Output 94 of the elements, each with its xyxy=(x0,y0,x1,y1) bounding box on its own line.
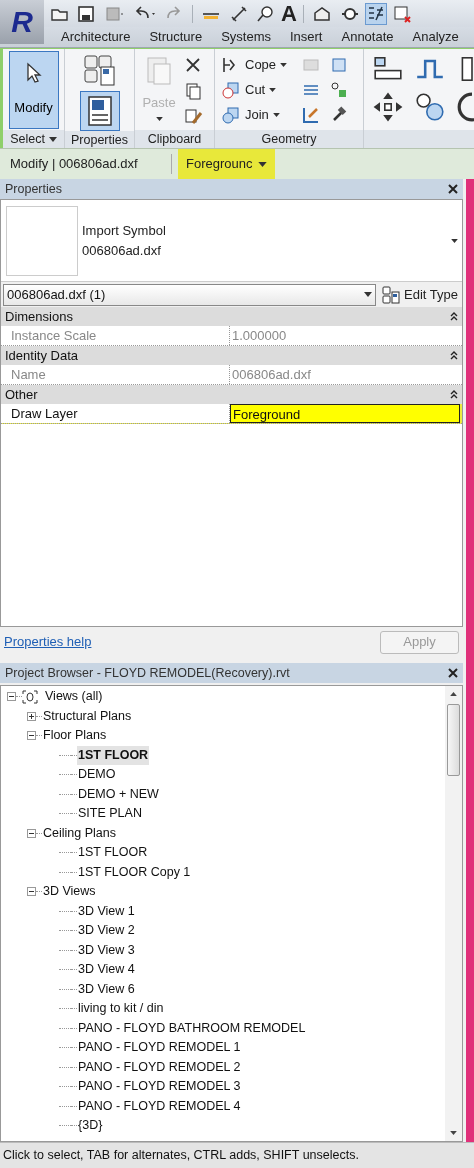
tree-item[interactable]: Structural Plans xyxy=(42,706,133,726)
context-label: Modify | 006806ad.dxf xyxy=(0,154,172,174)
tree-item[interactable]: 3D Views xyxy=(42,882,97,902)
type-selector[interactable]: 006806ad.dxf (1) xyxy=(3,283,377,306)
tree-item[interactable]: Views (all) xyxy=(44,687,104,707)
tree-item[interactable]: 3D View 6 xyxy=(77,979,136,999)
layer-dropdown[interactable]: Foregrounc xyxy=(178,148,276,180)
ribbon-tab[interactable]: Architecture xyxy=(60,27,132,47)
tree-item[interactable]: living to kit / din xyxy=(77,999,165,1019)
collapse-icon[interactable] xyxy=(450,351,458,360)
geometry-tool-button[interactable]: Join xyxy=(221,104,299,125)
geometry-tool-button[interactable]: Cope xyxy=(221,54,299,75)
collapse-icon[interactable] xyxy=(450,312,458,321)
collapse-toggle-icon[interactable] xyxy=(7,692,16,702)
save-icon[interactable] xyxy=(76,3,96,24)
close-windows-icon[interactable] xyxy=(391,3,412,24)
caret-icon[interactable] xyxy=(272,112,280,117)
type-category: Import Symbol xyxy=(82,222,167,240)
tree-item[interactable]: PANO - FLOYD REMODEL 2 xyxy=(77,1057,242,1077)
panel-label: Select xyxy=(10,130,45,148)
tree-item[interactable]: PANO - FLOYD REMODEL 4 xyxy=(77,1096,242,1116)
geometry-tool-button[interactable]: Cut xyxy=(221,79,299,100)
properties-button[interactable] xyxy=(79,91,120,131)
collapse-toggle-icon[interactable] xyxy=(27,731,36,741)
scroll-thumb[interactable] xyxy=(447,704,460,776)
properties-help-link[interactable]: Properties help xyxy=(4,632,92,652)
tree-item[interactable]: 3D View 4 xyxy=(77,960,136,980)
collapse-toggle-icon[interactable] xyxy=(27,828,36,838)
group-label: Other xyxy=(5,385,38,404)
scrollbar[interactable] xyxy=(445,686,462,1141)
status-text: Click to select, TAB for alternates, CTRL adds, SHIFT unselects. xyxy=(3,1147,359,1165)
tree-item[interactable]: 1ST FLOOR xyxy=(77,745,150,765)
caret-icon[interactable] xyxy=(269,87,277,92)
text-tool[interactable]: A xyxy=(281,2,297,25)
expand-toggle-icon[interactable] xyxy=(27,711,36,721)
group-header[interactable]: Identity Data xyxy=(1,346,462,365)
type-properties-icon[interactable] xyxy=(82,53,117,87)
ribbon-tab[interactable]: Annotate xyxy=(340,27,395,47)
caret-icon[interactable] xyxy=(364,292,373,297)
scroll-up-icon[interactable] xyxy=(450,692,457,696)
scroll-down-icon[interactable] xyxy=(450,1131,457,1135)
tree-item[interactable]: Floor Plans xyxy=(42,726,108,746)
tree-item[interactable]: PANO - FLOYD BATHROOM REMODEL xyxy=(77,1018,307,1038)
close-icon[interactable] xyxy=(448,668,458,678)
tree-item[interactable]: Ceiling Plans xyxy=(42,823,117,843)
property-label: Draw Layer xyxy=(1,404,230,423)
thin-lines-icon[interactable] xyxy=(365,3,386,24)
join-geometry-icon[interactable] xyxy=(221,104,241,125)
caret-icon[interactable] xyxy=(258,161,268,167)
switch-join-icon[interactable] xyxy=(329,79,349,100)
tree-item[interactable]: DEMO xyxy=(77,765,117,785)
tree-item[interactable]: {3D} xyxy=(77,1116,104,1136)
property-value[interactable]: Foreground xyxy=(230,404,460,423)
caret-icon[interactable] xyxy=(280,62,288,67)
close-icon[interactable] xyxy=(448,184,458,194)
panel-title: Properties xyxy=(5,180,62,198)
panel-label: Clipboard xyxy=(147,130,202,148)
group-header[interactable]: Other xyxy=(1,385,462,404)
type-name: 006806ad.dxf xyxy=(82,241,162,260)
modify-button[interactable]: Modify xyxy=(8,50,59,129)
tree-item[interactable]: 3D View 3 xyxy=(77,940,136,960)
group-label: Identity Data xyxy=(5,346,78,365)
panel-label: Properties xyxy=(71,131,128,149)
ribbon-tab[interactable]: Structure xyxy=(148,27,204,47)
tree-item[interactable]: DEMO + NEW xyxy=(77,784,160,804)
collapse-toggle-icon[interactable] xyxy=(27,887,36,897)
tree-item[interactable]: 3D View 1 xyxy=(77,901,136,921)
type-preview xyxy=(6,205,78,276)
tree-item[interactable]: 3D View 2 xyxy=(77,921,136,941)
ribbon-tab[interactable]: Systems xyxy=(220,27,272,47)
caret-icon[interactable] xyxy=(451,238,458,243)
views-icon xyxy=(22,689,38,704)
group-header[interactable]: Dimensions xyxy=(1,307,462,326)
tree-item[interactable]: SITE PLAN xyxy=(77,804,143,824)
copy-icon[interactable] xyxy=(183,81,203,101)
tree-item[interactable]: 1ST FLOOR xyxy=(77,843,149,863)
panel-title: Project Browser - FLOYD REMODEL(Recovery).rvt xyxy=(5,664,290,682)
move-icon[interactable] xyxy=(372,91,404,123)
aligned-dimension-icon[interactable] xyxy=(229,3,249,24)
tree-item[interactable]: 1ST FLOOR Copy 1 xyxy=(77,862,192,882)
caret-icon[interactable] xyxy=(48,136,57,142)
ribbon-tab[interactable]: Insert xyxy=(288,27,324,47)
edit-type-button[interactable]: Edit Type xyxy=(382,284,462,305)
collapse-icon[interactable] xyxy=(450,390,458,399)
panel-label: Geometry xyxy=(261,130,317,148)
ribbon-tab[interactable]: Analyze xyxy=(411,27,460,47)
pointer-icon xyxy=(25,61,42,84)
copy-elements-icon[interactable] xyxy=(414,91,446,123)
tree-item[interactable]: PANO - FLOYD REMODEL 3 xyxy=(77,1077,242,1097)
group-label: Dimensions xyxy=(5,307,73,326)
type-properties-icon xyxy=(382,285,401,304)
paste-icon xyxy=(145,55,173,87)
cut-geometry-icon[interactable] xyxy=(221,79,241,100)
tree-item[interactable]: PANO - FLOYD REMODEL 1 xyxy=(77,1038,242,1058)
